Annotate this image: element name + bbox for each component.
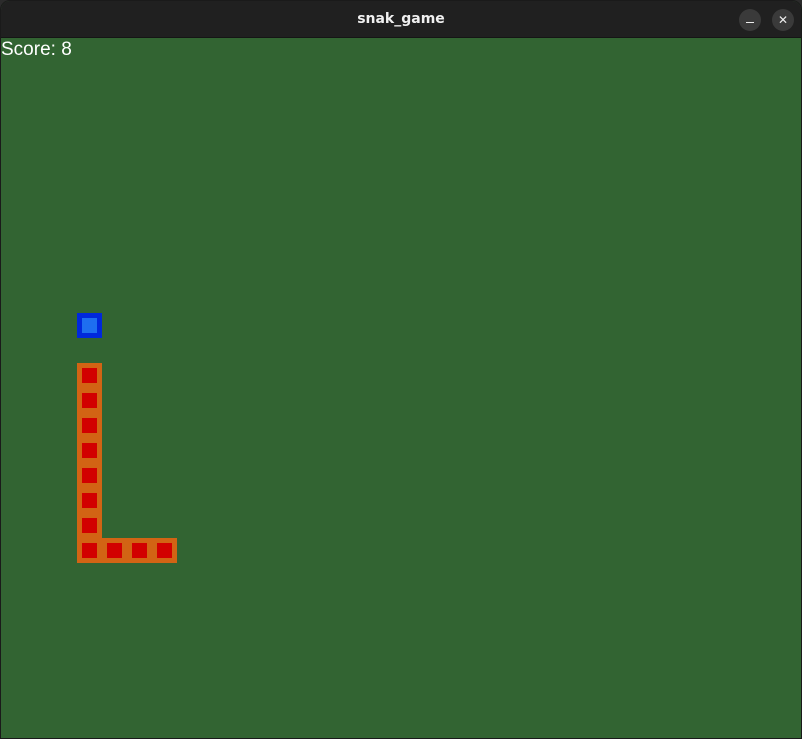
snake-segment [77, 363, 102, 388]
score-display: Score: 8 [1, 39, 72, 61]
snake-segment-core [82, 443, 97, 458]
food-pellet [77, 313, 102, 338]
snake-segment-core [132, 543, 147, 558]
minimize-icon [746, 22, 754, 23]
snake-head-core [157, 543, 172, 558]
snake-segment-core [82, 368, 97, 383]
snake-segment [77, 513, 102, 538]
window-title: snak_game [357, 11, 445, 27]
snake-segment [77, 463, 102, 488]
snake-segment [77, 488, 102, 513]
snake-segment [127, 538, 152, 563]
snake-segment [77, 538, 102, 563]
score-value: 8 [61, 39, 72, 60]
snake-segment-core [82, 543, 97, 558]
close-button[interactable]: ✕ [772, 9, 794, 31]
title-bar[interactable]: snak_game ✕ [1, 1, 801, 38]
score-label: Score: [1, 39, 62, 60]
snake-segment-core [82, 468, 97, 483]
game-window: snak_game ✕ Score: 8 [0, 0, 802, 739]
snake-segment-core [82, 418, 97, 433]
food-pellet-core [82, 318, 97, 333]
game-board[interactable]: Score: 8 [1, 38, 801, 738]
snake-segment-core [82, 518, 97, 533]
minimize-button[interactable] [739, 9, 761, 31]
snake-segment [77, 388, 102, 413]
snake-segment [77, 438, 102, 463]
snake-segment-core [82, 393, 97, 408]
snake-segment [77, 413, 102, 438]
snake-segment [102, 538, 127, 563]
snake-segment-core [107, 543, 122, 558]
snake-head [152, 538, 177, 563]
snake-segment-core [82, 493, 97, 508]
close-icon: ✕ [777, 13, 789, 27]
